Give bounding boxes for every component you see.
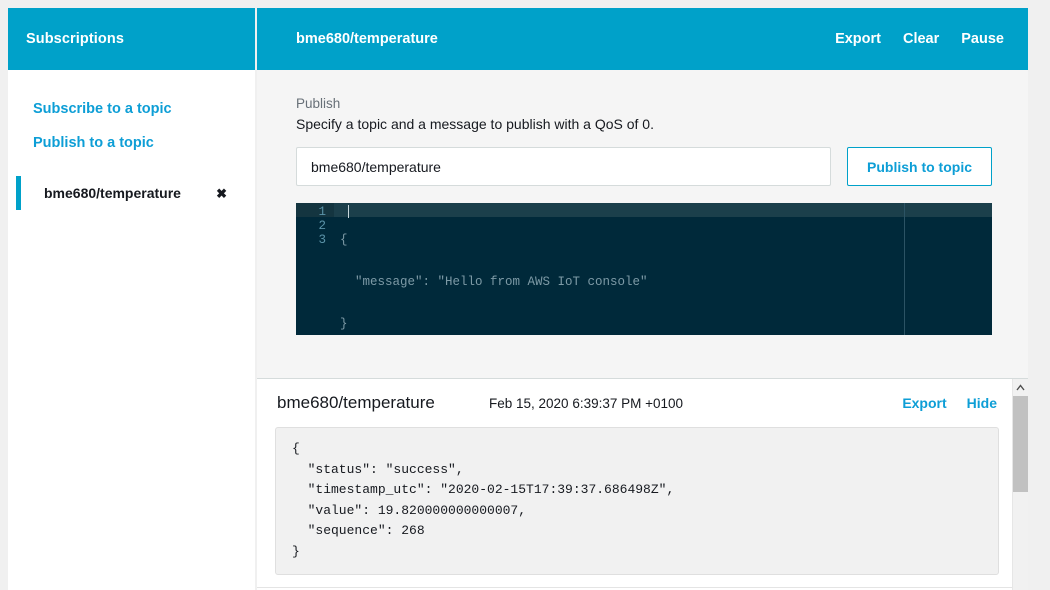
sidebar-link-publish-to-topic[interactable]: Publish to a topic [8, 126, 255, 160]
message-export-button[interactable]: Export [902, 395, 946, 411]
publish-panel: Publish Specify a topic and a message to… [257, 70, 1028, 379]
editor-line-number: 1 [318, 205, 326, 219]
editor-code[interactable]: { "message": "Hello from AWS IoT console… [340, 203, 648, 335]
editor-line-number: 2 [318, 219, 326, 233]
sidebar-body: Subscribe to a topic Publish to a topic … [8, 70, 255, 210]
pause-button[interactable]: Pause [961, 31, 1004, 47]
sidebar-link-subscribe-to-topic[interactable]: Subscribe to a topic [8, 92, 255, 126]
message-card: bme680/temperature Feb 15, 2020 6:39:37 … [257, 379, 1028, 575]
page-title: bme680/temperature [296, 31, 438, 47]
message-hide-button[interactable]: Hide [967, 395, 997, 411]
publish-description: Specify a topic and a message to publish… [296, 116, 654, 132]
main-panel: bme680/temperature Export Clear Pause Pu… [257, 8, 1028, 590]
editor-line-numbers: 1 2 3 [296, 203, 334, 247]
main-header: bme680/temperature Export Clear Pause [257, 8, 1028, 70]
messages-feed: bme680/temperature Feb 15, 2020 6:39:37 … [257, 379, 1028, 590]
sidebar-title: Subscriptions [26, 31, 124, 47]
export-button[interactable]: Export [835, 31, 881, 47]
sidebar-header: Subscriptions [8, 8, 255, 70]
editor-vertical-ruler [904, 203, 905, 335]
editor-code-line: { [340, 233, 348, 247]
publish-to-topic-button[interactable]: Publish to topic [847, 147, 992, 186]
message-payload-editor[interactable]: 1 2 3 { "message": "Hello from AWS IoT c… [296, 203, 992, 335]
messages-scrollbar[interactable] [1012, 379, 1028, 590]
message-topic: bme680/temperature [277, 393, 435, 412]
close-icon[interactable]: ✖ [216, 187, 227, 200]
sidebar-item-bme680-temperature[interactable]: bme680/temperature ✖ [8, 176, 255, 210]
editor-line-number: 3 [318, 233, 326, 247]
message-timestamp: Feb 15, 2020 6:39:37 PM +0100 [489, 395, 684, 411]
editor-code-line: "message": "Hello from AWS IoT console" [340, 275, 648, 289]
editor-code-line: } [340, 317, 348, 331]
message-actions: Export Hide [902, 395, 997, 411]
clear-button[interactable]: Clear [903, 31, 939, 47]
message-payload: { "status": "success", "timestamp_utc": … [275, 427, 999, 575]
subscriptions-sidebar: Subscriptions Subscribe to a topic Publi… [8, 8, 255, 590]
main-header-actions: Export Clear Pause [835, 31, 1004, 47]
editor-text-cursor [348, 205, 349, 218]
sidebar-item-label: bme680/temperature [44, 185, 181, 201]
iot-test-client-window: Subscriptions Subscribe to a topic Publi… [0, 0, 1050, 590]
topic-input[interactable] [296, 147, 831, 186]
message-header: bme680/temperature Feb 15, 2020 6:39:37 … [275, 379, 999, 427]
scrollbar-thumb[interactable] [1013, 396, 1028, 492]
scroll-up-arrow-icon[interactable] [1013, 379, 1028, 396]
publish-row: Publish to topic [296, 147, 992, 186]
publish-section-title: Publish [296, 96, 341, 111]
